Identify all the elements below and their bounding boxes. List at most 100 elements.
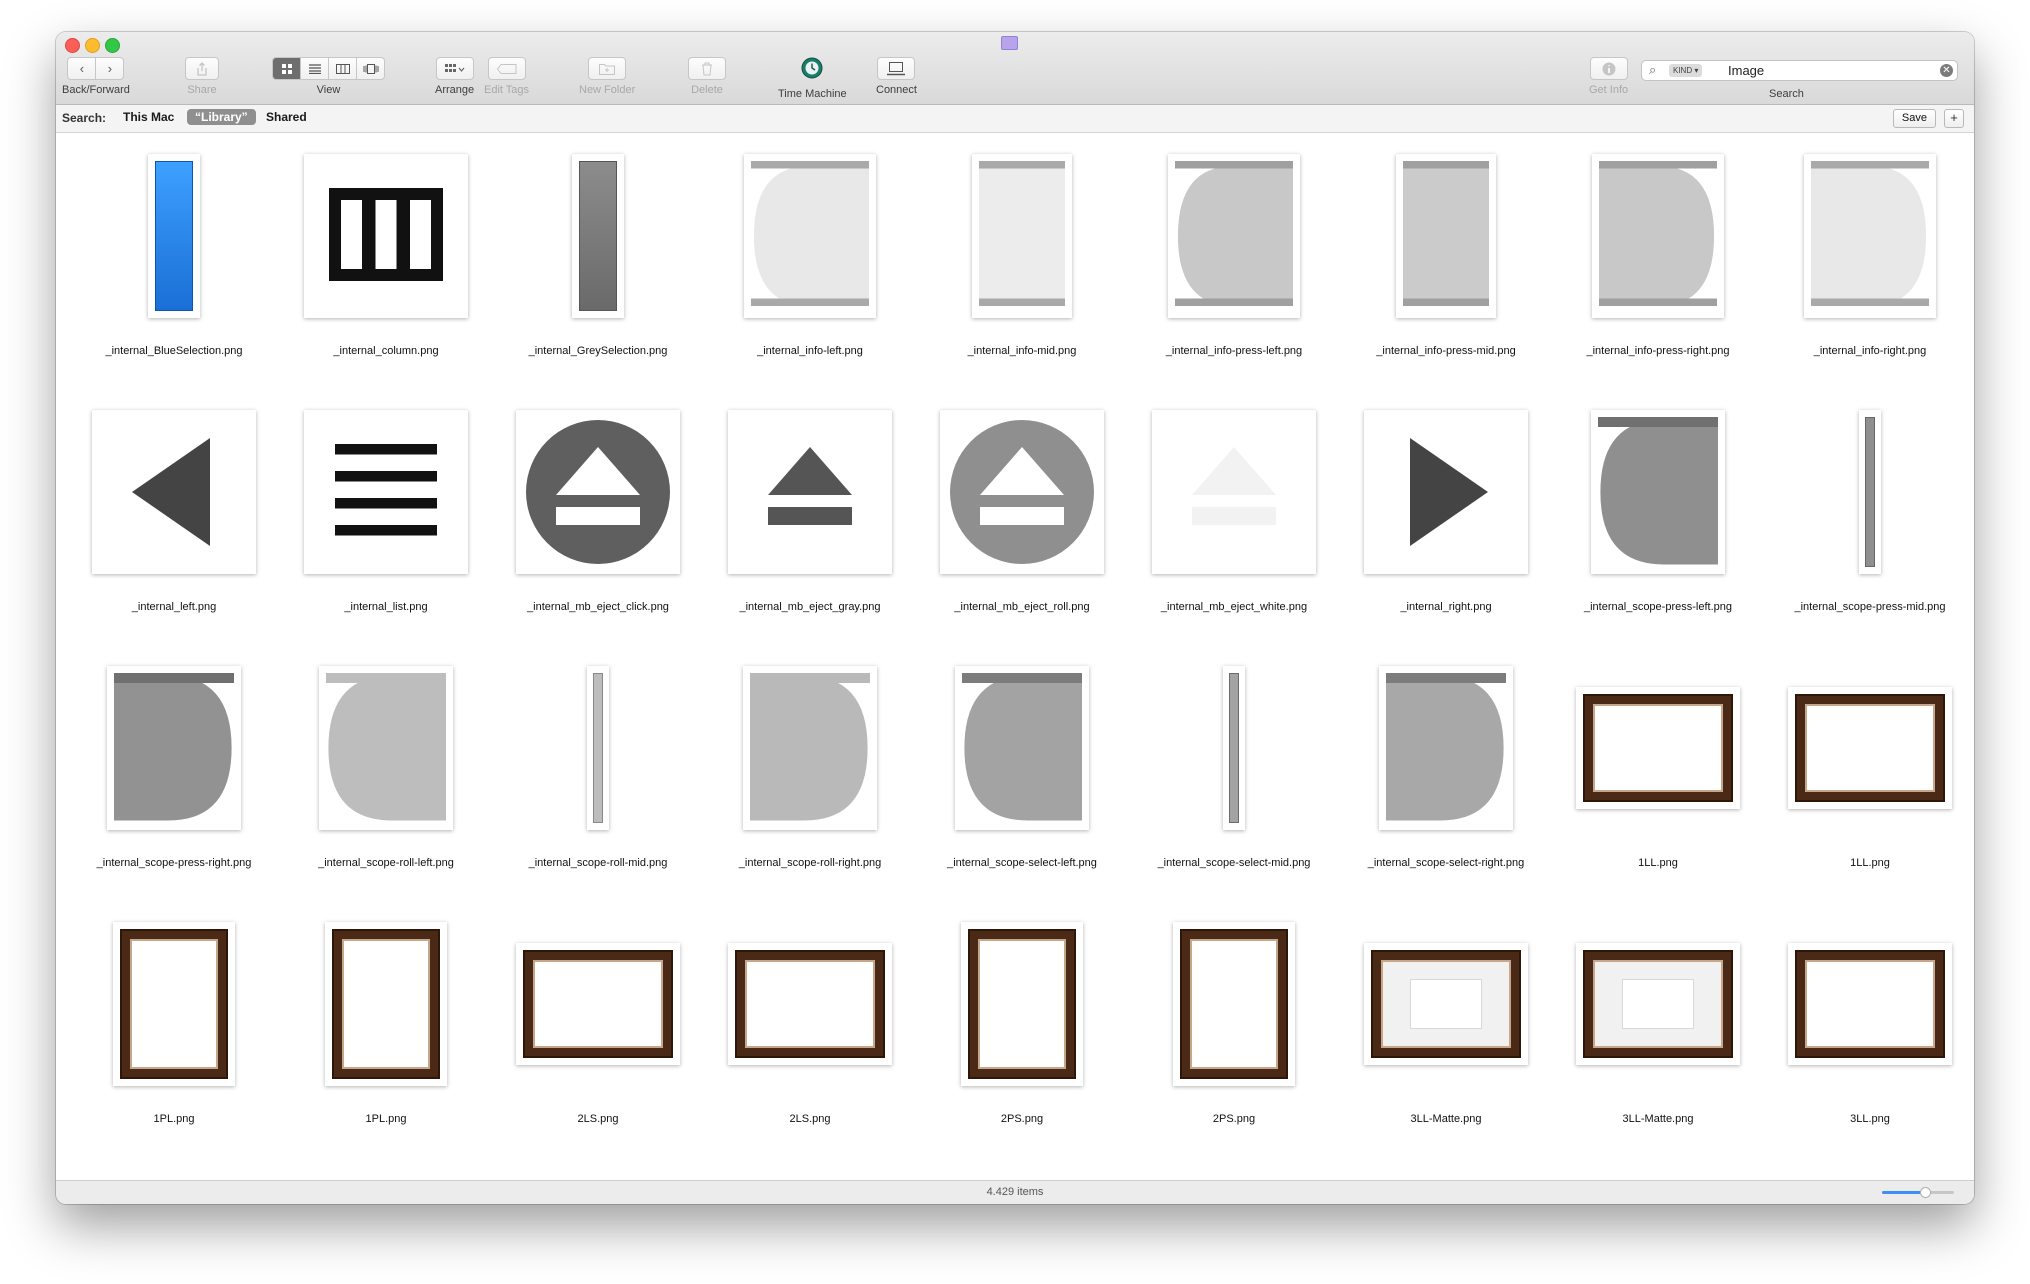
get-info-button[interactable] (1589, 57, 1628, 80)
clear-search-icon[interactable]: ✕ (1940, 64, 1953, 77)
file-name[interactable]: 2LS.png (704, 1113, 916, 1125)
file-name[interactable]: _internal_mb_eject_white.png (1128, 601, 1340, 613)
file-item[interactable]: 1LL.png (1552, 651, 1764, 907)
file-item[interactable]: _internal_info-mid.png (916, 139, 1128, 395)
file-name[interactable]: _internal_scope-select-left.png (916, 857, 1128, 869)
file-name[interactable]: _internal_scope-roll-mid.png (492, 857, 704, 869)
file-name[interactable]: _internal_info-press-mid.png (1340, 345, 1552, 357)
icon-size-slider[interactable] (1882, 1187, 1954, 1198)
file-item[interactable]: _internal_scope-roll-right.png (704, 651, 916, 907)
delete-button[interactable] (688, 57, 726, 80)
file-item[interactable]: 3LL-Matte.png (1552, 907, 1764, 1163)
forward-button[interactable]: › (96, 58, 123, 79)
file-item[interactable]: 2LS.png (704, 907, 916, 1163)
save-search-button[interactable]: Save (1892, 109, 1936, 128)
back-button[interactable]: ‹ (68, 58, 97, 79)
file-name[interactable]: _internal_left.png (68, 601, 280, 613)
file-item[interactable]: _internal_right.png (1340, 395, 1552, 651)
close-window-button[interactable] (65, 38, 80, 53)
file-name[interactable]: 3LL-Matte.png (1340, 1113, 1552, 1125)
file-item[interactable]: _internal_info-press-mid.png (1340, 139, 1552, 395)
file-item[interactable]: _internal_scope-roll-mid.png (492, 651, 704, 907)
share-button[interactable] (185, 57, 219, 80)
search-query-text[interactable]: Image (1728, 63, 1764, 78)
back-forward-control[interactable]: ‹ › (67, 57, 125, 80)
file-name[interactable]: _internal_info-left.png (704, 345, 916, 357)
file-name[interactable]: _internal_scope-press-left.png (1552, 601, 1764, 613)
file-item[interactable]: 2PS.png (916, 907, 1128, 1163)
search-kind-token[interactable]: KIND ▾ (1669, 64, 1703, 77)
view-mode-control[interactable] (272, 57, 385, 80)
file-item[interactable]: _internal_mb_eject_gray.png (704, 395, 916, 651)
icon-view-button[interactable] (273, 58, 301, 79)
scope-library[interactable]: “Library” (187, 109, 256, 125)
file-item[interactable]: _internal_mb_eject_roll.png (916, 395, 1128, 651)
scope-this-mac[interactable]: This Mac (123, 110, 174, 124)
file-item[interactable]: _internal_BlueSelection.png (68, 139, 280, 395)
arrange-button[interactable] (435, 57, 474, 80)
file-item[interactable]: _internal_scope-roll-left.png (280, 651, 492, 907)
file-name[interactable]: 2LS.png (492, 1113, 704, 1125)
file-item[interactable]: 1PL.png (280, 907, 492, 1163)
connect-button[interactable] (877, 57, 916, 80)
file-name[interactable]: _internal_scope-select-right.png (1340, 857, 1552, 869)
file-item[interactable]: _internal_scope-press-right.png (68, 651, 280, 907)
file-item[interactable]: 3LL-Matte.png (1340, 907, 1552, 1163)
file-item[interactable]: _internal_scope-press-mid.png (1764, 395, 1974, 651)
file-name[interactable]: 1PL.png (68, 1113, 280, 1125)
file-name[interactable]: _internal_column.png (280, 345, 492, 357)
file-item[interactable]: _internal_left.png (68, 395, 280, 651)
file-item[interactable]: _internal_info-press-right.png (1552, 139, 1764, 395)
file-item[interactable]: _internal_GreySelection.png (492, 139, 704, 395)
file-name[interactable]: 3LL.png (1764, 1113, 1974, 1125)
file-name[interactable]: _internal_GreySelection.png (492, 345, 704, 357)
icon-size-slider-knob[interactable] (1920, 1187, 1932, 1198)
file-item[interactable]: _internal_scope-press-left.png (1552, 395, 1764, 651)
file-item[interactable]: _internal_mb_eject_white.png (1128, 395, 1340, 651)
file-name[interactable]: _internal_scope-press-right.png (68, 857, 280, 869)
file-item[interactable]: _internal_column.png (280, 139, 492, 395)
file-name[interactable]: _internal_info-right.png (1764, 345, 1974, 357)
file-item[interactable]: _internal_info-press-left.png (1128, 139, 1340, 395)
file-item[interactable]: _internal_scope-select-left.png (916, 651, 1128, 907)
file-item[interactable]: _internal_scope-select-mid.png (1128, 651, 1340, 907)
file-name[interactable]: 2PS.png (916, 1113, 1128, 1125)
file-name[interactable]: _internal_mb_eject_gray.png (704, 601, 916, 613)
file-name[interactable]: 1LL.png (1552, 857, 1764, 869)
file-name[interactable]: 1PL.png (280, 1113, 492, 1125)
file-name[interactable]: _internal_scope-roll-left.png (280, 857, 492, 869)
file-item[interactable]: _internal_info-right.png (1764, 139, 1974, 395)
list-view-button[interactable] (301, 58, 329, 79)
file-name[interactable]: _internal_BlueSelection.png (68, 345, 280, 357)
file-name[interactable]: _internal_info-mid.png (916, 345, 1128, 357)
add-criteria-button[interactable]: + (1944, 109, 1964, 128)
zoom-window-button[interactable] (105, 38, 120, 53)
file-name[interactable]: _internal_info-press-left.png (1128, 345, 1340, 357)
time-machine-button[interactable] (801, 57, 823, 80)
file-name[interactable]: _internal_info-press-right.png (1552, 345, 1764, 357)
window-proxy-icon[interactable] (1001, 36, 1018, 50)
file-item[interactable]: 1LL.png (1764, 651, 1974, 907)
file-item[interactable]: 1PL.png (68, 907, 280, 1163)
file-item[interactable]: 2PS.png (1128, 907, 1340, 1163)
file-item[interactable]: _internal_info-left.png (704, 139, 916, 395)
file-name[interactable]: _internal_right.png (1340, 601, 1552, 613)
file-item[interactable]: 3LL.png (1764, 907, 1974, 1163)
file-name[interactable]: _internal_mb_eject_click.png (492, 601, 704, 613)
file-item[interactable]: _internal_mb_eject_click.png (492, 395, 704, 651)
file-name[interactable]: _internal_list.png (280, 601, 492, 613)
minimize-window-button[interactable] (85, 38, 100, 53)
file-name[interactable]: _internal_scope-roll-right.png (704, 857, 916, 869)
column-view-button[interactable] (329, 58, 357, 79)
file-name[interactable]: _internal_scope-press-mid.png (1764, 601, 1974, 613)
file-name[interactable]: _internal_scope-select-mid.png (1128, 857, 1340, 869)
scope-shared[interactable]: Shared (266, 110, 307, 124)
file-item[interactable]: _internal_scope-select-right.png (1340, 651, 1552, 907)
file-name[interactable]: 1LL.png (1764, 857, 1974, 869)
new-folder-button[interactable] (588, 57, 627, 80)
file-item[interactable]: _internal_list.png (280, 395, 492, 651)
file-item[interactable]: 2LS.png (492, 907, 704, 1163)
edit-tags-button[interactable] (487, 57, 526, 80)
file-name[interactable]: 3LL-Matte.png (1552, 1113, 1764, 1125)
file-name[interactable]: _internal_mb_eject_roll.png (916, 601, 1128, 613)
